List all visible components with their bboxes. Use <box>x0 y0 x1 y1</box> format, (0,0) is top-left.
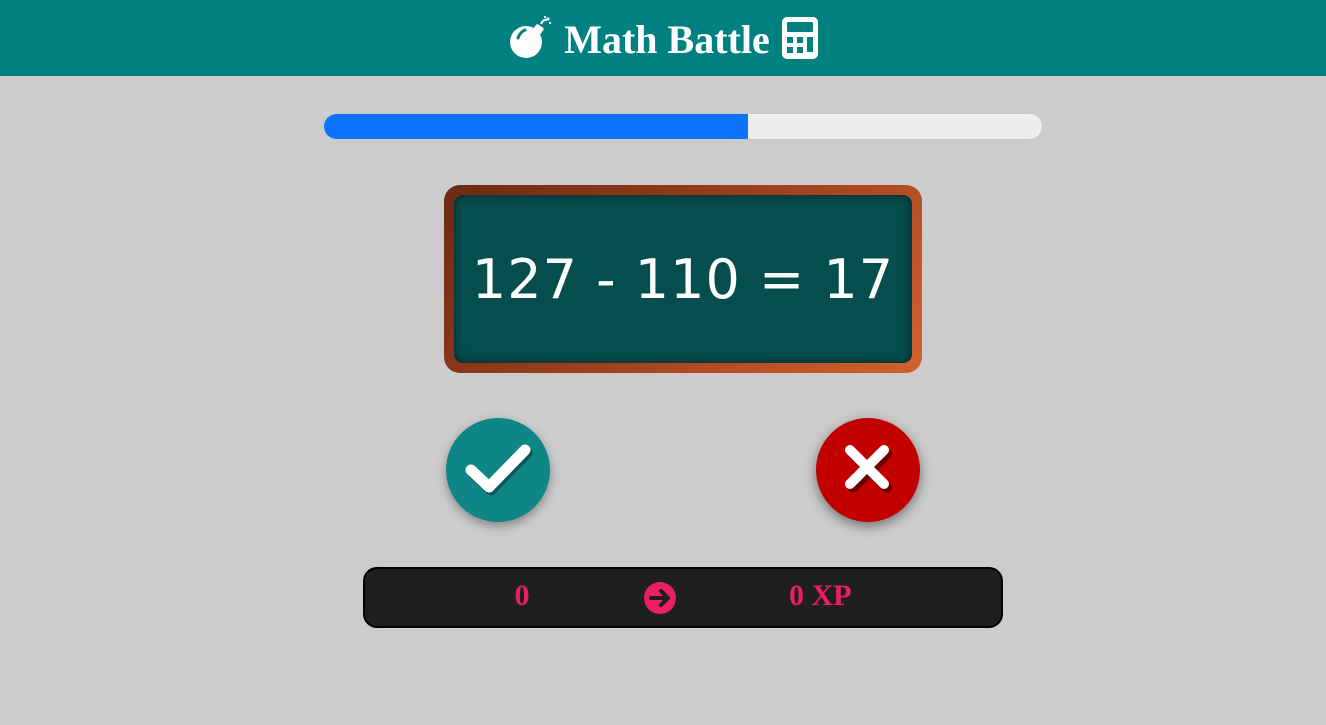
progress-fill <box>324 114 748 139</box>
calculator-icon <box>781 17 818 59</box>
equation-text: 127 - 110 = 17 <box>471 247 895 311</box>
checkmark-icon <box>463 440 533 501</box>
score-value: 0 <box>514 579 530 612</box>
chalkboard-slate: 127 - 110 = 17 <box>454 195 912 363</box>
header: Math Battle <box>0 0 1326 76</box>
chalkboard: 127 - 110 = 17 <box>444 185 922 373</box>
score-bar: 0 0 XP <box>363 567 1003 628</box>
bomb-icon <box>508 16 552 60</box>
progress-bar <box>323 113 1043 140</box>
arrow-right-circle-icon <box>643 581 677 620</box>
app-title: Math Battle <box>564 16 770 62</box>
wrong-button[interactable] <box>816 418 920 522</box>
correct-button[interactable] <box>446 418 550 522</box>
xp-value: 0 XP <box>789 579 852 612</box>
close-icon <box>840 440 896 501</box>
